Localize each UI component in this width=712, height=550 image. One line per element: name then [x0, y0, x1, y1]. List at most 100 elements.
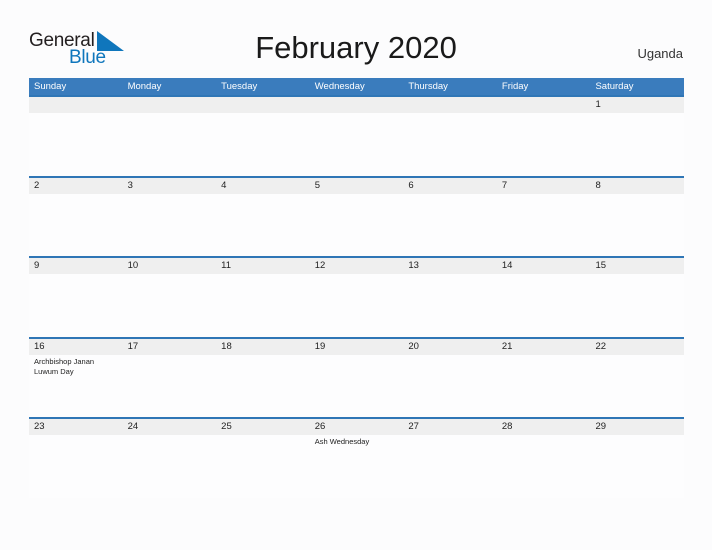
day-cell[interactable]: 3 [123, 178, 217, 194]
event-cell[interactable] [403, 435, 497, 497]
event-cell[interactable] [29, 274, 123, 336]
event-cell[interactable] [403, 355, 497, 417]
event-cell[interactable] [497, 435, 591, 497]
week-date-band: 23 24 25 26 27 28 29 [29, 419, 684, 435]
day-cell[interactable]: 12 [310, 258, 404, 274]
day-number: 8 [595, 179, 601, 191]
day-cell[interactable] [216, 97, 310, 113]
day-number: 17 [127, 340, 139, 352]
day-number: 6 [408, 179, 414, 191]
week-events-band [29, 113, 684, 175]
day-cell[interactable]: 10 [123, 258, 217, 274]
event-cell[interactable] [497, 194, 591, 256]
event-cell[interactable] [216, 435, 310, 497]
day-number: 9 [34, 260, 40, 271]
day-cell[interactable]: 5 [310, 178, 404, 194]
event-cell[interactable] [497, 355, 591, 417]
week-row: 1 [29, 95, 684, 176]
event-cell[interactable] [29, 435, 123, 497]
event-cell[interactable] [590, 113, 684, 175]
event-cell[interactable] [29, 113, 123, 175]
day-number: 24 [127, 421, 139, 432]
event-cell[interactable] [403, 194, 497, 256]
day-number: 25 [221, 421, 232, 432]
week-row: 16 17 18 19 20 21 22 Archbishop Janan Lu… [29, 336, 684, 417]
day-cell[interactable]: 29 [590, 419, 684, 435]
event-cell[interactable] [123, 194, 217, 256]
weekday-tuesday: Tuesday [221, 81, 258, 92]
day-cell[interactable]: 28 [497, 419, 591, 435]
day-cell[interactable]: 11 [216, 258, 310, 274]
event-cell[interactable] [123, 435, 217, 497]
day-cell[interactable]: 17 [123, 339, 217, 355]
day-number: 20 [408, 340, 419, 352]
day-cell[interactable]: 4 [216, 178, 310, 194]
day-cell[interactable]: 8 [590, 178, 684, 194]
day-number: 10 [127, 260, 139, 271]
event-cell[interactable] [590, 435, 684, 497]
event-cell[interactable] [29, 194, 123, 256]
event-cell[interactable] [310, 113, 404, 175]
day-cell[interactable]: 9 [29, 258, 123, 274]
day-number: 28 [501, 421, 513, 432]
day-cell[interactable]: 14 [497, 258, 591, 274]
week-row: 23 24 25 26 27 28 29 Ash Wednesday [29, 417, 684, 498]
event-label: Ash Wednesday [314, 437, 370, 446]
calendar-table: Sunday Monday Tuesday Wednesday Thursday… [29, 78, 684, 498]
day-cell[interactable]: 24 [123, 419, 217, 435]
day-cell[interactable]: 23 [29, 419, 123, 435]
day-cell[interactable] [403, 97, 497, 113]
day-cell[interactable] [310, 97, 404, 113]
event-cell[interactable] [216, 274, 310, 336]
event-cell[interactable] [403, 274, 497, 336]
day-cell[interactable]: 18 [216, 339, 310, 355]
event-cell[interactable]: Archbishop Janan Luwum Day [29, 355, 123, 417]
day-cell[interactable]: 7 [497, 178, 591, 194]
event-cell[interactable] [590, 355, 684, 417]
day-number: 3 [127, 179, 133, 191]
event-cell[interactable] [123, 274, 217, 336]
day-cell[interactable]: 20 [403, 339, 497, 355]
day-cell[interactable]: 13 [403, 258, 497, 274]
day-number: 14 [501, 260, 513, 271]
day-cell[interactable]: 15 [590, 258, 684, 274]
day-cell[interactable]: 22 [590, 339, 684, 355]
day-number: 27 [408, 421, 419, 432]
event-cell[interactable] [216, 194, 310, 256]
event-cell[interactable] [497, 274, 591, 336]
day-cell[interactable]: 2 [29, 178, 123, 194]
event-cell[interactable] [403, 113, 497, 175]
event-cell[interactable] [310, 274, 404, 336]
day-cell[interactable]: 26 [310, 419, 404, 435]
week-events-band: Archbishop Janan Luwum Day [29, 355, 684, 417]
day-number: 15 [595, 260, 607, 271]
event-cell[interactable] [216, 355, 310, 417]
day-cell[interactable]: 16 [29, 339, 123, 355]
event-cell[interactable] [590, 194, 684, 256]
event-cell[interactable] [123, 355, 217, 417]
week-events-band: Ash Wednesday [29, 435, 684, 497]
day-cell[interactable] [497, 97, 591, 113]
day-cell[interactable]: 19 [310, 339, 404, 355]
event-cell[interactable] [497, 113, 591, 175]
page-title: February 2020 [255, 30, 457, 65]
day-cell[interactable] [29, 97, 123, 113]
event-cell[interactable] [310, 355, 404, 417]
day-cell[interactable]: 25 [216, 419, 310, 435]
week-date-band: 1 [29, 97, 684, 113]
week-date-band: 9 10 11 12 13 14 15 [29, 258, 684, 274]
day-number: 7 [501, 179, 508, 191]
event-cell[interactable] [123, 113, 217, 175]
event-cell[interactable] [310, 194, 404, 256]
event-cell[interactable] [590, 274, 684, 336]
event-cell[interactable] [216, 113, 310, 175]
day-cell[interactable] [123, 97, 217, 113]
day-cell[interactable]: 27 [403, 419, 497, 435]
day-number: 18 [221, 340, 232, 352]
week-events-band [29, 194, 684, 256]
day-cell[interactable]: 6 [403, 178, 497, 194]
day-cell[interactable]: 1 [590, 97, 684, 113]
event-cell[interactable]: Ash Wednesday [310, 435, 404, 497]
day-cell[interactable]: 21 [497, 339, 591, 355]
calendar-page: General Blue February 2020 Uganda Sunday… [0, 0, 712, 550]
